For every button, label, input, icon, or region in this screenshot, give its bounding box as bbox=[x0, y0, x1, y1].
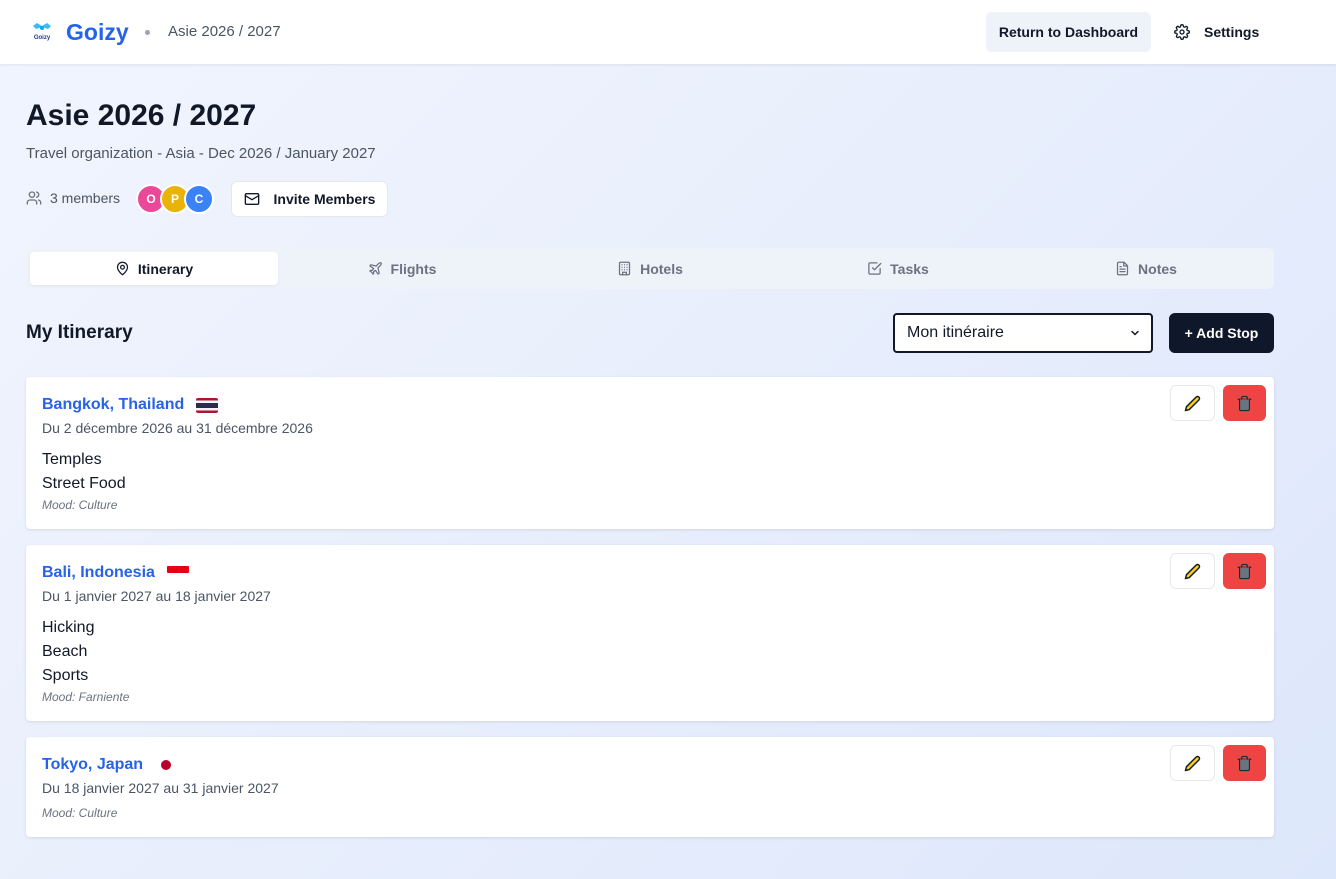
thailand-flag-icon bbox=[196, 397, 219, 413]
trash-icon bbox=[1237, 755, 1252, 771]
stop-city-label: Bali, Indonesia bbox=[42, 564, 155, 581]
settings-button[interactable]: Settings bbox=[1166, 12, 1270, 52]
activity-item: Sports bbox=[42, 667, 89, 684]
tab-notes[interactable]: Notes bbox=[1022, 252, 1270, 285]
tab-label: Notes bbox=[1138, 260, 1177, 277]
tab-hotels[interactable]: Hotels bbox=[526, 252, 774, 285]
stop-dates: Du 18 janvier 2027 au 31 janvier 2027 bbox=[42, 780, 279, 796]
page-title: Asie 2026 / 2027 bbox=[26, 99, 257, 132]
indonesia-flag-icon bbox=[166, 566, 189, 580]
check-square-icon bbox=[868, 262, 882, 275]
itinerary-select-value: Mon itinéraire bbox=[907, 324, 1004, 341]
itinerary-stop-card: Bangkok, Thailand Du 2 décembre 2026 au … bbox=[26, 377, 1274, 529]
delete-stop-button[interactable] bbox=[1223, 385, 1266, 421]
tab-label: Itinerary bbox=[137, 260, 194, 277]
edit-stop-button[interactable] bbox=[1170, 385, 1215, 421]
japan-flag-icon bbox=[155, 758, 178, 772]
itinerary-select[interactable]: Mon itinéraire bbox=[893, 313, 1153, 353]
invite-members-button[interactable]: Invite Members bbox=[231, 181, 388, 217]
chevron-down-icon bbox=[1131, 330, 1139, 336]
pencil-icon bbox=[1184, 755, 1201, 771]
itinerary-stop-card: Tokyo, Japan Du 18 janvier 2027 au 31 ja… bbox=[26, 737, 1274, 837]
avatar[interactable]: C bbox=[184, 184, 214, 214]
pencil-icon bbox=[1184, 395, 1201, 411]
tab-flights[interactable]: Flights bbox=[278, 252, 526, 285]
stop-mood: Mood: Culture bbox=[42, 806, 118, 820]
tab-tasks[interactable]: Tasks bbox=[774, 252, 1022, 285]
members-label: 3 members bbox=[50, 190, 121, 206]
goizy-logo-icon[interactable]: Goizy bbox=[30, 20, 54, 42]
users-icon bbox=[26, 191, 42, 205]
stop-city-label: Tokyo, Japan bbox=[42, 756, 144, 773]
stop-dates: Du 2 décembre 2026 au 31 décembre 2026 bbox=[42, 420, 313, 436]
edit-stop-button[interactable] bbox=[1170, 745, 1215, 781]
add-stop-label: + Add Stop bbox=[1184, 325, 1259, 341]
tab-label: Flights bbox=[390, 260, 437, 277]
itinerary-stop-card: Bali, Indonesia Du 1 janvier 2027 au 18 … bbox=[26, 545, 1274, 721]
tab-label: Hotels bbox=[640, 260, 683, 277]
activity-item: Street Food bbox=[42, 475, 126, 492]
activity-item: Beach bbox=[42, 643, 88, 660]
stop-activities: Temples Street Food bbox=[42, 448, 126, 496]
stop-mood: Mood: Culture bbox=[42, 498, 118, 512]
breadcrumb-separator bbox=[145, 30, 150, 35]
activity-item: Temples bbox=[42, 451, 102, 468]
svg-text:Goizy: Goizy bbox=[34, 35, 51, 41]
map-pin-icon bbox=[116, 261, 128, 276]
tab-bar: Itinerary Flights Hotels Tasks Notes bbox=[26, 248, 1274, 289]
tab-label: Tasks bbox=[890, 260, 929, 277]
stop-city[interactable]: Bali, Indonesia bbox=[42, 564, 189, 582]
file-text-icon bbox=[1116, 261, 1129, 276]
stop-city[interactable]: Tokyo, Japan bbox=[42, 756, 178, 774]
edit-stop-button[interactable] bbox=[1170, 553, 1215, 589]
settings-label: Settings bbox=[1204, 24, 1260, 40]
stop-city[interactable]: Bangkok, Thailand bbox=[42, 396, 219, 414]
gear-icon bbox=[1174, 24, 1190, 40]
plane-icon bbox=[368, 262, 382, 275]
top-bar: Goizy Goizy Asie 2026 / 2027 Return to D… bbox=[0, 0, 1336, 64]
return-to-dashboard-button[interactable]: Return to Dashboard bbox=[986, 12, 1151, 52]
return-to-dashboard-label: Return to Dashboard bbox=[998, 24, 1139, 40]
activity-item: Hicking bbox=[42, 619, 95, 636]
tab-itinerary[interactable]: Itinerary bbox=[30, 252, 278, 285]
itinerary-section-title: My Itinerary bbox=[26, 322, 133, 343]
building-icon bbox=[618, 261, 631, 276]
stop-city-label: Bangkok, Thailand bbox=[42, 396, 185, 413]
invite-members-label: Invite Members bbox=[273, 191, 376, 207]
mail-icon bbox=[244, 193, 259, 205]
breadcrumb: Asie 2026 / 2027 bbox=[168, 23, 281, 40]
members-count: 3 members bbox=[26, 190, 120, 206]
pencil-icon bbox=[1184, 563, 1201, 579]
page-subtitle: Travel organization - Asia - Dec 2026 / … bbox=[26, 145, 376, 162]
delete-stop-button[interactable] bbox=[1223, 745, 1266, 781]
stop-dates: Du 1 janvier 2027 au 18 janvier 2027 bbox=[42, 588, 271, 604]
stop-mood: Mood: Farniente bbox=[42, 690, 130, 704]
stop-activities: Hicking Beach Sports bbox=[42, 616, 94, 688]
delete-stop-button[interactable] bbox=[1223, 553, 1266, 589]
add-stop-button[interactable]: + Add Stop bbox=[1169, 313, 1274, 353]
trash-icon bbox=[1237, 563, 1252, 579]
app-name[interactable]: Goizy bbox=[66, 19, 129, 46]
trash-icon bbox=[1237, 395, 1252, 411]
